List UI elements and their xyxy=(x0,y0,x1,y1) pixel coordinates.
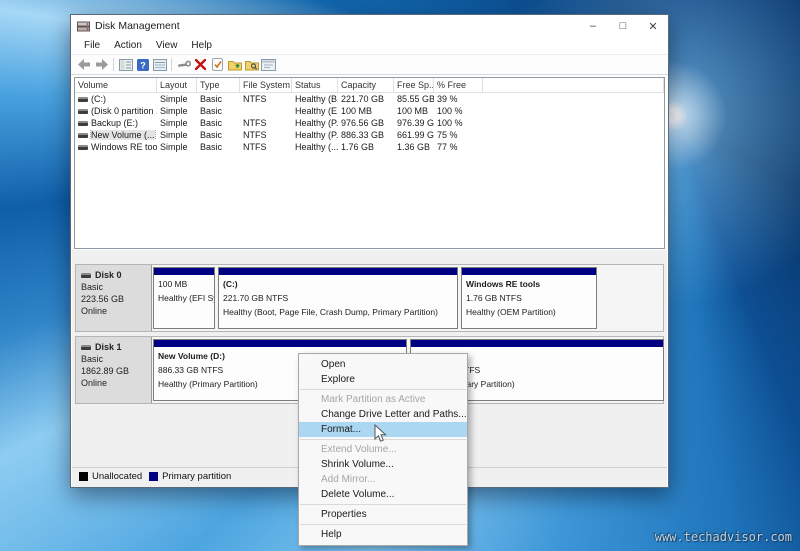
disk0-partition-c[interactable]: (C:) 221.70 GB NTFS Healthy (Boot, Page … xyxy=(218,267,458,329)
menu-item-delete-volume[interactable]: Delete Volume... xyxy=(299,487,467,502)
svg-text:?: ? xyxy=(140,60,146,70)
toolbar-separator xyxy=(113,58,114,71)
column-header-free-space[interactable]: Free Sp... xyxy=(394,78,434,92)
open-folder-icon[interactable] xyxy=(226,57,243,73)
disk0-panel: Disk 0 Basic 223.56 GB Online 100 MB Hea… xyxy=(75,264,664,332)
volume-icon xyxy=(78,97,88,102)
menu-item-add-mirror: Add Mirror... xyxy=(299,472,467,487)
column-header-percent-free[interactable]: % Free xyxy=(434,78,483,92)
menu-item-mark-partition-active: Mark Partition as Active xyxy=(299,392,467,407)
forward-icon[interactable] xyxy=(93,57,110,73)
menu-file[interactable]: File xyxy=(77,38,107,53)
help-icon[interactable]: ? xyxy=(134,57,151,73)
table-row[interactable]: Windows RE tools Simple Basic NTFS Healt… xyxy=(75,141,664,153)
disk-icon xyxy=(81,273,91,278)
menu-view[interactable]: View xyxy=(149,38,185,53)
column-header-type[interactable]: Type xyxy=(197,78,240,92)
refresh-icon[interactable] xyxy=(209,57,226,73)
partition-color-bar xyxy=(462,268,596,276)
menu-item-help[interactable]: Help xyxy=(299,527,467,542)
toolbar: ? xyxy=(71,54,668,75)
app-icon xyxy=(77,21,90,32)
back-icon[interactable] xyxy=(76,57,93,73)
list-view-icon[interactable] xyxy=(151,57,168,73)
disk1-label[interactable]: Disk 1 Basic 1862.89 GB Online xyxy=(76,337,152,403)
menu-separator xyxy=(300,524,466,525)
menu-separator xyxy=(300,389,466,390)
toolbar-separator xyxy=(171,58,172,71)
primary-partition-swatch xyxy=(149,472,158,481)
menu-bar: File Action View Help xyxy=(71,37,668,54)
menu-separator xyxy=(300,504,466,505)
partition-color-bar xyxy=(219,268,457,276)
column-header-volume[interactable]: Volume xyxy=(75,78,157,92)
volume-list-header: Volume Layout Type File System Status Ca… xyxy=(75,78,664,93)
volume-icon xyxy=(78,133,88,138)
menu-item-properties[interactable]: Properties xyxy=(299,507,467,522)
properties-icon[interactable] xyxy=(260,57,277,73)
menu-help[interactable]: Help xyxy=(184,38,219,53)
menu-action[interactable]: Action xyxy=(107,38,149,53)
table-row[interactable]: Backup (E:) Simple Basic NTFS Healthy (P… xyxy=(75,117,664,129)
maximize-button[interactable]: □ xyxy=(608,15,638,37)
tools-icon[interactable] xyxy=(175,57,192,73)
table-row-selected[interactable]: New Volume (... Simple Basic NTFS Health… xyxy=(75,129,664,141)
disk0-partition-efi[interactable]: 100 MB Healthy (EFI System xyxy=(153,267,215,329)
close-button[interactable]: ✕ xyxy=(638,15,668,37)
disk0-partition-re-tools[interactable]: Windows RE tools 1.76 GB NTFS Healthy (O… xyxy=(461,267,597,329)
volume-list: Volume Layout Type File System Status Ca… xyxy=(74,77,665,249)
legend-primary-partition: Primary partition xyxy=(149,471,231,482)
volume-icon xyxy=(78,109,88,114)
context-menu: Open Explore Mark Partition as Active Ch… xyxy=(298,353,468,546)
unallocated-swatch xyxy=(79,472,88,481)
disk-icon xyxy=(81,345,91,350)
disk0-label[interactable]: Disk 0 Basic 223.56 GB Online xyxy=(76,265,152,331)
title-bar[interactable]: Disk Management – □ ✕ xyxy=(71,15,668,37)
delete-icon[interactable] xyxy=(192,57,209,73)
legend-unallocated: Unallocated xyxy=(79,471,142,482)
column-header-capacity[interactable]: Capacity xyxy=(338,78,394,92)
menu-item-explore[interactable]: Explore xyxy=(299,372,467,387)
console-tree-icon[interactable] xyxy=(117,57,134,73)
column-header-status[interactable]: Status xyxy=(292,78,338,92)
table-row[interactable]: (Disk 0 partition 1) Simple Basic Health… xyxy=(75,105,664,117)
menu-item-change-drive-letter[interactable]: Change Drive Letter and Paths... xyxy=(299,407,467,422)
column-header-filesystem[interactable]: File System xyxy=(240,78,292,92)
window-title: Disk Management xyxy=(95,20,578,32)
minimize-button[interactable]: – xyxy=(578,15,608,37)
partition-color-bar xyxy=(154,340,406,348)
volume-icon xyxy=(78,121,88,126)
table-row[interactable]: (C:) Simple Basic NTFS Healthy (B... 221… xyxy=(75,93,664,105)
menu-item-open[interactable]: Open xyxy=(299,357,467,372)
partition-color-bar xyxy=(411,340,663,348)
mouse-cursor xyxy=(374,424,387,448)
partition-color-bar xyxy=(154,268,214,276)
volume-icon xyxy=(78,145,88,150)
watermark: www.techadvisor.com xyxy=(655,530,792,544)
menu-item-shrink-volume[interactable]: Shrink Volume... xyxy=(299,457,467,472)
column-header-layout[interactable]: Layout xyxy=(157,78,197,92)
find-folder-icon[interactable] xyxy=(243,57,260,73)
